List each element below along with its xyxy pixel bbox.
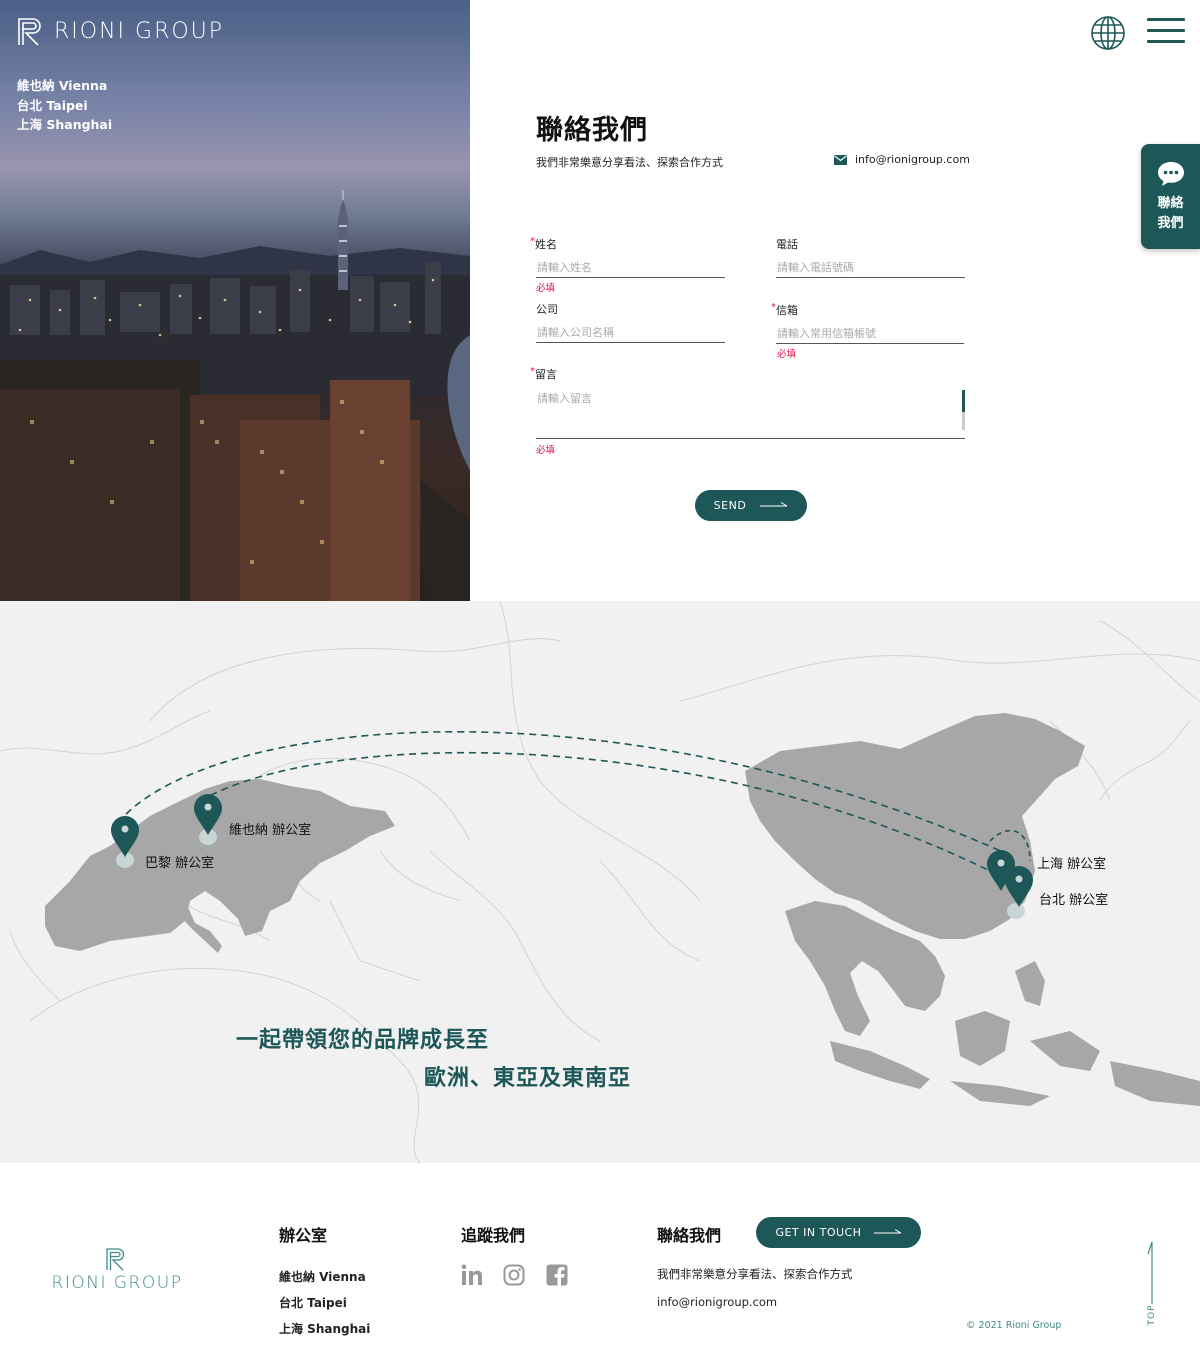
send-button[interactable]: SEND: [695, 490, 807, 521]
get-in-touch-button[interactable]: GET IN TOUCH: [756, 1217, 921, 1248]
hero-city-shanghai: 上海 Shanghai: [17, 117, 113, 132]
footer-contact-heading: 聯絡我們: [657, 1226, 722, 1245]
top-label: TOP: [1147, 1304, 1157, 1326]
hamburger-menu-icon[interactable]: [1147, 18, 1185, 46]
hero-city-image: RIONI GROUP 維也納 Vienna 台北 Taipei 上海 Shan…: [0, 0, 470, 601]
name-input[interactable]: [536, 258, 725, 278]
hero-city-taipei: 台北 Taipei: [17, 97, 88, 113]
mail-icon: [834, 154, 847, 165]
arrow-right-icon: [873, 1228, 901, 1233]
footer-logo[interactable]: RIONI GROUP: [50, 1247, 184, 1293]
back-to-top-button[interactable]: TOP: [1144, 1240, 1160, 1330]
copyright: © 2021 Rioni Group: [966, 1320, 1062, 1331]
footer-office-shanghai: 上海 Shanghai: [279, 1322, 371, 1336]
mail-error: 必填: [777, 349, 797, 360]
arrow-right-icon: [760, 501, 788, 506]
mail-input[interactable]: [776, 324, 964, 344]
company-input[interactable]: [536, 323, 725, 343]
shanghai-office-label: 上海 辦公室: [1037, 857, 1107, 872]
side-contact-label: 聯絡 我們: [1157, 196, 1184, 231]
footer-office-taipei: 台北 Taipei: [279, 1296, 347, 1310]
map-slogan-line2: 歐洲、東亞及東南亞: [424, 1066, 632, 1091]
brand-logo[interactable]: RIONI GROUP: [16, 16, 224, 46]
send-button-label: SEND: [713, 499, 747, 512]
name-label: *姓名: [530, 236, 557, 251]
instagram-icon[interactable]: [503, 1264, 525, 1286]
side-contact-button[interactable]: 聯絡 我們: [1141, 144, 1200, 249]
contact-email[interactable]: info@rionigroup.com: [834, 153, 970, 166]
rioni-logo-icon: [18, 18, 41, 46]
message-scrollbar[interactable]: [962, 390, 965, 430]
linkedin-icon[interactable]: [461, 1264, 483, 1286]
contact-email-text: info@rionigroup.com: [855, 153, 970, 166]
get-in-touch-label: GET IN TOUCH: [775, 1226, 862, 1239]
footer-follow-heading: 追蹤我們: [461, 1226, 526, 1245]
name-error: 必填: [536, 283, 556, 294]
footer-brand-name: RIONI GROUP: [51, 1273, 183, 1293]
message-textarea[interactable]: [536, 386, 965, 439]
chat-bubble-icon: [1157, 162, 1184, 186]
taipei-office-label: 台北 辦公室: [1039, 893, 1109, 908]
footer-office-vienna: 維也納 Vienna: [279, 1270, 366, 1284]
map-slogan-line1: 一起帶領您的品牌成長至: [236, 1028, 490, 1053]
contact-title: 聯絡我們: [536, 115, 648, 146]
rioni-logo-icon: [106, 1248, 125, 1271]
globe-language-icon[interactable]: [1089, 14, 1127, 52]
footer-email[interactable]: info@rionigroup.com: [657, 1295, 777, 1309]
facebook-icon[interactable]: [546, 1264, 568, 1286]
hero-city-vienna: 維也納 Vienna: [17, 78, 108, 93]
mail-label: *信箱: [771, 302, 798, 317]
phone-input[interactable]: [776, 258, 965, 278]
message-label: *留言: [530, 366, 557, 381]
footer-contact-text: 我們非常樂意分享看法、探索合作方式: [657, 1267, 853, 1281]
contact-subtitle: 我們非常樂意分享看法、探索合作方式: [536, 156, 723, 169]
hero-city-list: 維也納 Vienna 台北 Taipei 上海 Shanghai: [17, 76, 112, 135]
company-label: 公司: [536, 303, 558, 316]
message-error: 必填: [536, 445, 556, 456]
brand-name: RIONI GROUP: [54, 18, 225, 44]
footer-offices-heading: 辦公室: [279, 1226, 328, 1245]
paris-office-label: 巴黎 辦公室: [145, 856, 215, 871]
vienna-office-label: 維也納 辦公室: [229, 823, 312, 838]
phone-label: 電話: [776, 238, 798, 251]
footer-office-list: 維也納 Vienna 台北 Taipei 上海 Shanghai: [279, 1264, 370, 1342]
